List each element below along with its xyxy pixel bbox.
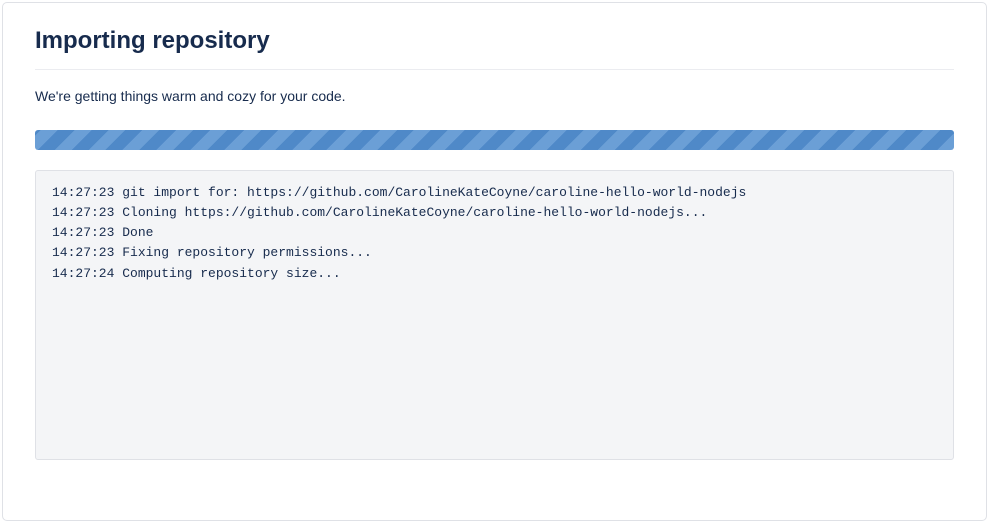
import-panel: Importing repository We're getting thing…: [2, 2, 987, 521]
import-subtitle: We're getting things warm and cozy for y…: [35, 88, 954, 104]
log-line: 14:27:23 Fixing repository permissions..…: [52, 243, 937, 263]
page-title: Importing repository: [35, 27, 954, 70]
progress-bar: [35, 130, 954, 150]
log-line: 14:27:24 Computing repository size...: [52, 264, 937, 284]
log-line: 14:27:23 Done: [52, 223, 937, 243]
log-line: 14:27:23 git import for: https://github.…: [52, 183, 937, 203]
log-line: 14:27:23 Cloning https://github.com/Caro…: [52, 203, 937, 223]
import-log[interactable]: 14:27:23 git import for: https://github.…: [35, 170, 954, 460]
